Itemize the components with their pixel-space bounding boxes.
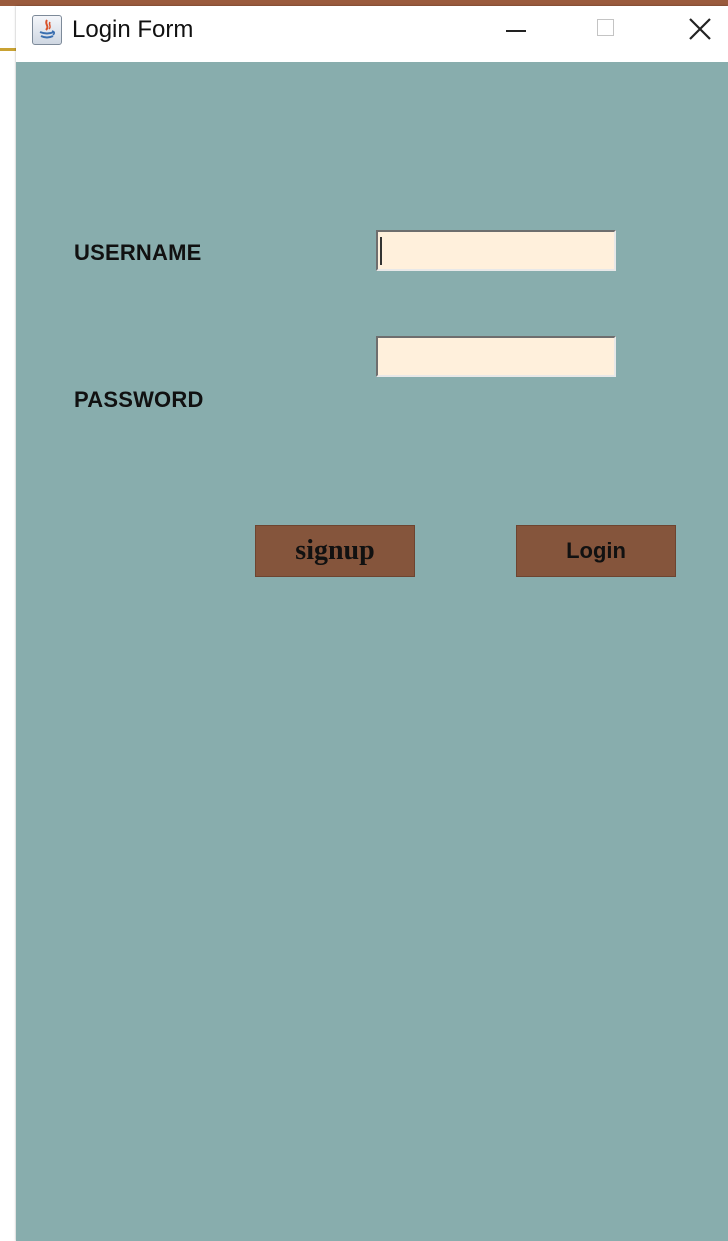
slide-accent-line bbox=[0, 48, 16, 51]
username-input[interactable] bbox=[376, 230, 616, 271]
title-bar[interactable]: Login Form bbox=[16, 6, 728, 62]
text-caret bbox=[380, 237, 382, 265]
signup-button[interactable]: signup bbox=[255, 525, 415, 577]
password-input[interactable] bbox=[376, 336, 616, 377]
window-title: Login Form bbox=[72, 16, 194, 43]
minimize-icon bbox=[506, 30, 526, 32]
username-label: USERNAME bbox=[74, 240, 202, 265]
java-icon bbox=[32, 15, 62, 45]
login-button-label: Login bbox=[566, 538, 626, 563]
close-icon bbox=[689, 18, 711, 40]
login-window: Login Form USERNAME PASSWORD signup Logi… bbox=[16, 6, 728, 1241]
screenshot: Login Form USERNAME PASSWORD signup Logi… bbox=[0, 0, 728, 1241]
signup-button-label: signup bbox=[295, 535, 375, 566]
password-label: PASSWORD bbox=[74, 387, 204, 412]
maximize-button[interactable] bbox=[562, 6, 650, 54]
close-button[interactable] bbox=[652, 6, 728, 54]
login-button[interactable]: Login bbox=[516, 525, 676, 577]
minimize-button[interactable] bbox=[472, 6, 560, 54]
maximize-icon bbox=[597, 19, 614, 36]
